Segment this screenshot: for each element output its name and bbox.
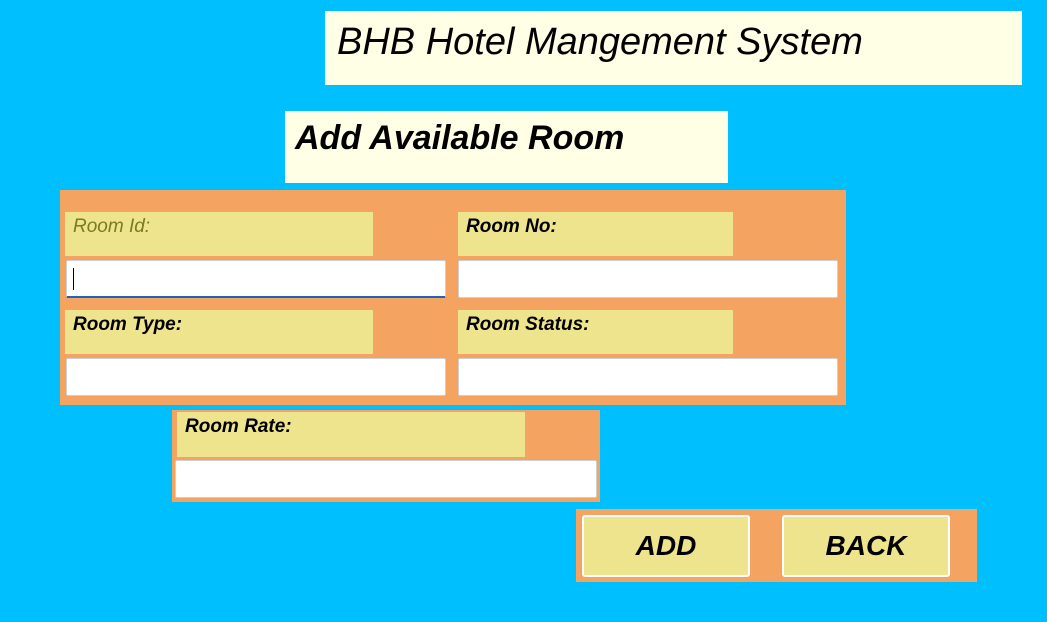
room-id-field[interactable] <box>66 260 446 298</box>
title-banner: BHB Hotel Mangement System <box>325 11 1022 85</box>
add-button[interactable]: ADD <box>582 515 750 577</box>
subtitle-banner: Add Available Room <box>285 111 728 183</box>
text-caret <box>73 268 74 290</box>
room-no-label: Room No: <box>458 212 733 256</box>
button-panel: ADD BACK <box>576 509 977 582</box>
room-status-label: Room Status: <box>458 310 733 354</box>
room-rate-panel: Room Rate: <box>172 410 600 502</box>
page-title: Add Available Room <box>295 119 625 157</box>
room-id-label: Room Id: <box>65 212 373 256</box>
room-form-panel: Room Id: Room No: Room Type: Room Status… <box>60 190 846 405</box>
app-title: BHB Hotel Mangement System <box>337 21 863 63</box>
room-no-field[interactable] <box>458 260 838 298</box>
room-type-field[interactable] <box>66 358 446 396</box>
room-rate-label: Room Rate: <box>177 412 525 457</box>
back-button[interactable]: BACK <box>782 515 950 577</box>
room-rate-field[interactable] <box>175 460 597 498</box>
room-status-field[interactable] <box>458 358 838 396</box>
room-type-label: Room Type: <box>65 310 373 354</box>
